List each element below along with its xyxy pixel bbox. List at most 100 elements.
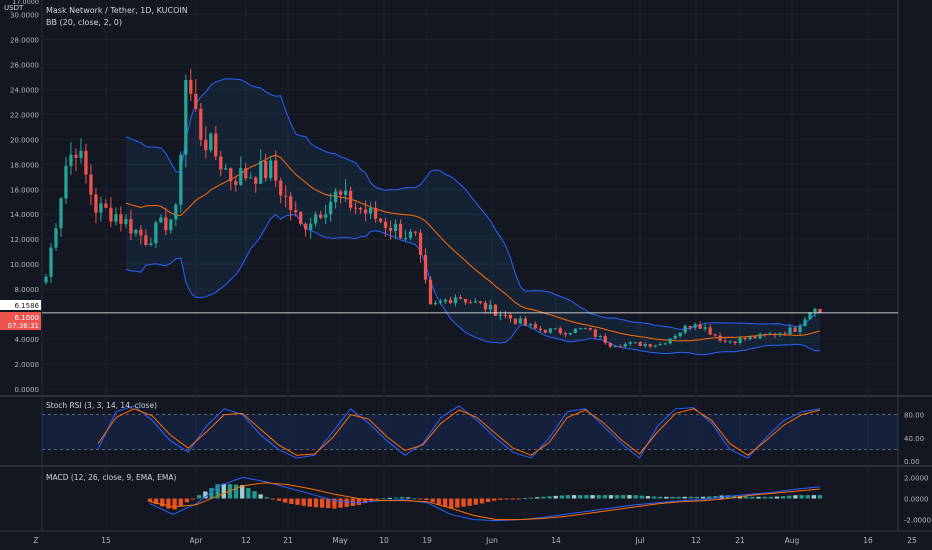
macd-histogram-bar [676, 496, 681, 499]
macd-tick-label: -2.0000 [904, 517, 931, 525]
symbol-title[interactable]: Mask Network / Tether, 1D, KUCOIN [46, 6, 188, 15]
candle-body [44, 276, 48, 283]
time-tick-label: 14 [551, 536, 561, 545]
candle-body [144, 235, 148, 246]
candle-body [214, 133, 218, 157]
candle-body [718, 335, 722, 341]
candle-body [758, 333, 762, 339]
candle-body [573, 328, 577, 333]
macd-histogram-bar [381, 498, 386, 500]
candle-body [673, 336, 677, 339]
candle-body [294, 210, 298, 213]
candle-body [99, 203, 103, 213]
macd-histogram-bar [326, 498, 331, 509]
macd-histogram-bar [344, 498, 349, 507]
candle-body [818, 308, 822, 313]
macd-histogram-bar [516, 498, 522, 500]
bb-indicator-title[interactable]: BB (20, close, 2, 0) [46, 18, 122, 27]
candle-body [398, 223, 403, 239]
candle-body [393, 223, 398, 231]
candle-body [59, 198, 63, 229]
candle-body [54, 228, 58, 248]
time-tick-label: 10 [379, 536, 389, 545]
macd-histogram-bar [473, 498, 478, 505]
candle-body [74, 154, 78, 158]
macd-histogram-bar [522, 498, 528, 500]
candle-body [433, 302, 438, 305]
candle-body [264, 160, 268, 179]
price-tick-label: 10.0000 [10, 261, 39, 269]
macd-histogram-bar [399, 496, 405, 499]
macd-histogram-bar [651, 496, 657, 499]
candle-body [358, 207, 363, 210]
macd-histogram-bar [793, 495, 798, 499]
candle-body [723, 340, 727, 342]
macd-histogram-bar [258, 494, 263, 499]
candle-body [149, 243, 153, 246]
macd-title[interactable]: MACD (12, 26, close, 9, EMA, EMA) [46, 473, 176, 482]
candle-body [94, 194, 98, 213]
candle-body [583, 327, 587, 329]
candle-body [309, 223, 313, 230]
macd-histogram-bar [283, 498, 288, 503]
macd-histogram-bar [233, 484, 239, 499]
candle-body [204, 139, 208, 151]
macd-histogram-bar [498, 498, 503, 500]
trading-chart[interactable]: 30.0000 28.0000 26.0000 24.0000 22.0000 20.00… [0, 0, 932, 550]
stoch-rsi-title[interactable]: Stoch RSI (3, 3, 14, 14, close) [46, 401, 157, 410]
candle-body [239, 168, 243, 185]
candle-body [603, 336, 607, 343]
price-tick-label: 2.0000 [15, 361, 40, 369]
candle-body [688, 325, 692, 328]
candle-body [618, 346, 622, 348]
candle-body [683, 325, 687, 333]
currency-label: USDT [4, 4, 24, 12]
time-tick-label: 12 [241, 536, 251, 545]
candle-body [658, 344, 662, 346]
candle-body [538, 328, 542, 330]
macd-histogram-bar [172, 498, 177, 510]
time-tick-label: Jul [634, 536, 644, 545]
macd-histogram-bar [701, 496, 706, 499]
candle-body [513, 318, 518, 324]
macd-histogram-bar [479, 498, 485, 504]
candle-body [648, 344, 652, 347]
candle-body [259, 160, 263, 184]
macd-histogram-bar [442, 498, 448, 507]
candle-body [324, 214, 328, 218]
macd-histogram-bar [817, 495, 823, 499]
time-tick-label: 19 [422, 536, 432, 545]
candle-body [483, 302, 488, 310]
macd-histogram-bar [461, 498, 466, 507]
candle-body [468, 302, 473, 304]
candle-body [234, 181, 238, 185]
macd-histogram-bar [565, 495, 571, 499]
candle-body [378, 218, 383, 222]
macd-histogram-bar [190, 498, 196, 500]
macd-histogram-bar [356, 498, 362, 505]
candle-body [139, 229, 143, 236]
candle-body [733, 341, 737, 344]
macd-histogram-bar [424, 498, 429, 501]
macd-histogram-bar [787, 495, 792, 499]
macd-histogram-bar [184, 498, 190, 503]
candle-body [698, 324, 702, 329]
macd-histogram-bar [430, 498, 435, 503]
macd-histogram-bar [584, 495, 589, 499]
candle-body [413, 231, 418, 233]
price-tick-label: 20.0000 [10, 136, 39, 144]
candle-body [334, 191, 338, 202]
candle-body [114, 214, 118, 222]
macd-histogram-bar [571, 495, 577, 499]
stoch-tick-label: 80.00 [904, 412, 924, 420]
macd-histogram-bar [614, 495, 620, 499]
candle-body [768, 333, 772, 335]
candle-body [49, 247, 53, 277]
candle-body [678, 332, 682, 337]
macd-histogram-bar [621, 495, 626, 499]
macd-histogram-bar [418, 498, 423, 500]
candle-body [748, 336, 752, 340]
macd-histogram-bar [744, 496, 749, 499]
candle-body [743, 337, 747, 340]
macd-histogram-bar [547, 496, 552, 499]
